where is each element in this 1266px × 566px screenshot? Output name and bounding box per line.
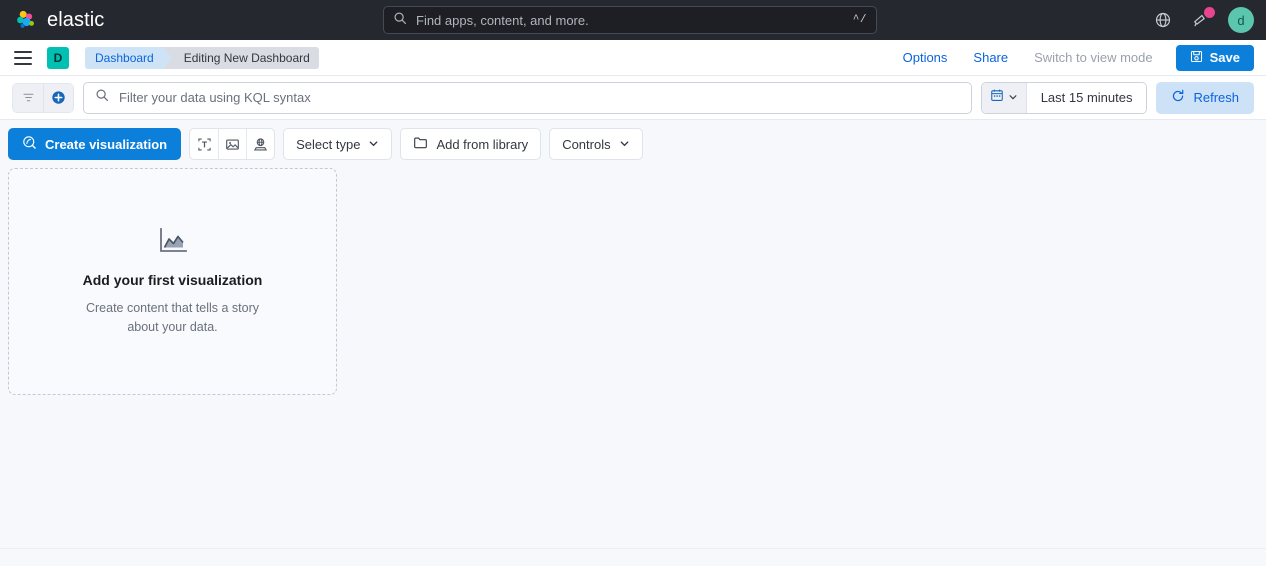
chevron-down-icon — [368, 137, 379, 152]
share-button[interactable]: Share — [960, 50, 1021, 65]
breadcrumb-item-dashboard[interactable]: Dashboard — [85, 46, 172, 69]
bottom-divider — [0, 548, 1266, 549]
chevron-down-icon — [619, 137, 630, 152]
brand[interactable]: elastic — [14, 8, 104, 32]
breadcrumb-item-label: Editing New Dashboard — [183, 50, 310, 65]
global-search-placeholder: Find apps, content, and more. — [416, 12, 589, 28]
switch-to-view-mode-button[interactable]: Switch to view mode — [1021, 50, 1166, 65]
filter-buttons-group — [12, 82, 74, 113]
empty-state-subtitle: Create content that tells a story about … — [85, 301, 259, 334]
area-chart-icon — [158, 227, 188, 260]
dashboard-top-actions: Options Share Switch to view mode Save — [890, 44, 1254, 71]
avatar[interactable]: d — [1228, 7, 1254, 33]
select-type-dropdown[interactable]: Select type — [283, 128, 393, 160]
quick-add-group — [189, 128, 276, 160]
save-button[interactable]: Save — [1175, 44, 1254, 71]
empty-state-title: Add your first visualization — [82, 272, 263, 289]
select-type-label: Select type — [296, 136, 361, 152]
add-from-library-button[interactable]: Add from library — [400, 128, 542, 160]
date-picker: Last 15 minutes — [980, 81, 1148, 114]
refresh-icon — [1171, 89, 1185, 106]
global-header: elastic Find apps, content, and more. ^/ — [0, 0, 1266, 40]
empty-state-panel[interactable]: Add your first visualization Create cont… — [8, 168, 337, 395]
calendar-icon — [990, 88, 1004, 107]
search-shortcut-hint: ^/ — [852, 14, 867, 26]
options-button[interactable]: Options — [890, 50, 961, 65]
breadcrumb-bar: D Dashboard Editing New Dashboard Option… — [0, 40, 1266, 76]
folder-icon — [413, 135, 428, 153]
date-quick-select-button[interactable] — [981, 82, 1027, 113]
dashboard-toolbar: Create visualization Select type Add fro… — [0, 120, 1266, 168]
announcement-icon[interactable] — [1190, 7, 1215, 31]
controls-dropdown[interactable]: Controls — [549, 128, 643, 160]
elastic-logo-icon — [14, 8, 38, 32]
search-icon — [95, 88, 109, 107]
add-image-icon[interactable] — [218, 129, 246, 159]
lens-icon — [22, 135, 37, 153]
chevron-down-icon — [1008, 89, 1018, 107]
header-actions: d — [1152, 7, 1254, 33]
breadcrumb-item-label: Dashboard — [95, 50, 154, 65]
add-filter-plus-icon[interactable] — [43, 83, 73, 112]
breadcrumb-chevron-icon — [162, 46, 172, 69]
date-range-value[interactable]: Last 15 minutes — [1026, 82, 1147, 113]
add-from-library-label: Add from library — [436, 136, 529, 152]
add-map-icon[interactable] — [246, 129, 274, 159]
brand-name: elastic — [47, 8, 105, 31]
breadcrumb-item-editing[interactable]: Editing New Dashboard — [171, 46, 319, 69]
notification-badge — [1204, 7, 1215, 18]
global-search-input[interactable]: Find apps, content, and more. ^/ — [383, 6, 877, 34]
space-badge[interactable]: D — [47, 46, 69, 69]
hamburger-menu-icon[interactable] — [14, 50, 32, 65]
add-text-icon[interactable] — [190, 129, 218, 159]
dashboard-canvas: Add your first visualization Create cont… — [0, 168, 1266, 566]
breadcrumb: Dashboard Editing New Dashboard — [85, 46, 319, 69]
kql-search-input[interactable]: Filter your data using KQL syntax — [83, 81, 972, 114]
query-bar: Filter your data using KQL syntax Last 1… — [0, 76, 1266, 120]
kql-placeholder: Filter your data using KQL syntax — [119, 90, 311, 105]
filter-funnel-icon[interactable] — [13, 83, 43, 112]
save-floppy-icon — [1190, 50, 1203, 66]
controls-label: Controls — [562, 136, 611, 152]
save-button-label: Save — [1209, 50, 1240, 65]
refresh-button[interactable]: Refresh — [1156, 81, 1254, 114]
create-visualization-button[interactable]: Create visualization — [8, 128, 182, 160]
globe-icon[interactable] — [1152, 9, 1174, 31]
create-visualization-label: Create visualization — [45, 136, 168, 152]
search-icon — [393, 11, 407, 30]
refresh-button-label: Refresh — [1193, 90, 1239, 105]
